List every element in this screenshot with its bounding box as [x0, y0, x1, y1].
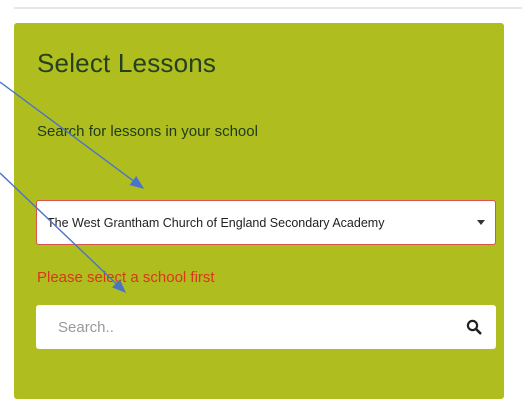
search-box[interactable] [36, 305, 496, 349]
search-icon[interactable] [466, 319, 482, 335]
school-select-value: The West Grantham Church of England Seco… [47, 215, 385, 230]
panel-subtitle: Search for lessons in your school [37, 123, 258, 140]
school-select[interactable]: The West Grantham Church of England Seco… [36, 200, 496, 245]
top-divider [14, 7, 522, 9]
panel-title: Select Lessons [37, 48, 217, 78]
error-message: Please select a school first [37, 269, 215, 286]
chevron-down-icon [477, 220, 485, 225]
search-input[interactable] [56, 317, 466, 337]
select-lessons-panel: Select Lessons Search for lessons in you… [14, 23, 504, 399]
